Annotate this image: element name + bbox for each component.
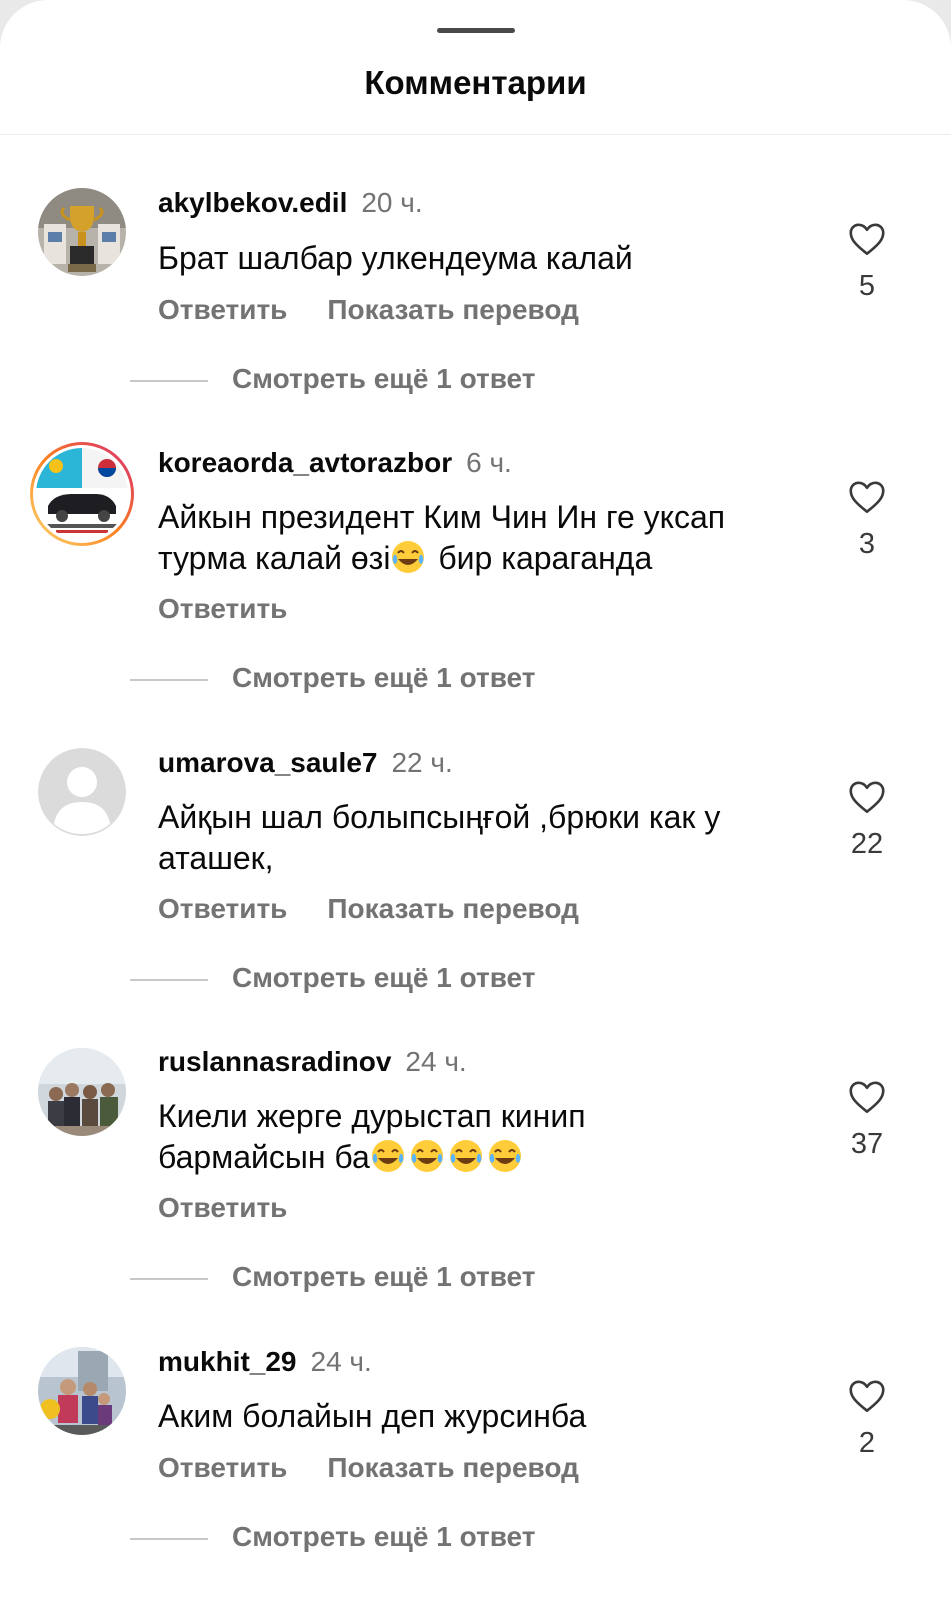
timestamp: 22 ч. <box>391 747 453 778</box>
replies-line <box>130 1537 208 1540</box>
heart-outline-icon <box>849 481 885 513</box>
timestamp: 20 ч. <box>361 187 423 218</box>
comment-actions: Ответить <box>158 592 327 626</box>
trophy-photo-avatar <box>38 188 126 276</box>
group-photo-avatar <box>38 1048 126 1136</box>
comment-text-line: турма калай өзі бир караганда <box>158 538 818 579</box>
comment-meta: akylbekov.edil 20 ч. <box>158 186 423 220</box>
comment-text-line: Айқын шал болыпсыңғой ,брюки как у <box>158 799 721 835</box>
avatar[interactable] <box>38 188 126 276</box>
comment-meta: ruslannasradinov 24 ч. <box>158 1045 467 1079</box>
family-photo-avatar <box>38 1347 126 1435</box>
reply-button[interactable]: Ответить <box>158 1451 287 1485</box>
view-replies-button[interactable]: Смотреть ещё 1 ответ <box>130 362 535 396</box>
username[interactable]: koreaorda_avtorazbor <box>158 447 452 478</box>
comment-meta: koreaorda_avtorazbor 6 ч. <box>158 446 512 480</box>
comment-text-line: аташек, <box>158 840 274 876</box>
timestamp: 24 ч. <box>405 1046 467 1077</box>
heart-outline-icon <box>849 1081 885 1113</box>
avatar[interactable] <box>38 748 126 836</box>
heart-outline-icon <box>849 1380 885 1412</box>
view-replies-label: Смотреть ещё 1 ответ <box>232 962 536 993</box>
view-replies-label: Смотреть ещё 1 ответ <box>232 1261 536 1292</box>
view-replies-button[interactable]: Смотреть ещё 1 ответ <box>130 1260 535 1294</box>
view-replies-label: Смотреть ещё 1 ответ <box>232 662 536 693</box>
like-count: 22 <box>850 828 884 860</box>
like-count: 2 <box>858 1427 876 1459</box>
show-translation-button[interactable]: Показать перевод <box>327 1451 579 1485</box>
tears-of-joy-emoji <box>488 1140 521 1172</box>
replies-line <box>130 678 208 681</box>
avatar[interactable] <box>38 1048 126 1136</box>
username[interactable]: mukhit_29 <box>158 1346 297 1377</box>
comment-text: Брат шалбар улкендеума калай <box>158 240 633 276</box>
username[interactable]: akylbekov.edil <box>158 187 347 218</box>
avatar[interactable] <box>28 440 136 548</box>
comment-text: Киели жерге дурыстап кинип бармайсын ба <box>158 1096 818 1178</box>
replies-line <box>130 379 208 382</box>
replies-line <box>130 978 208 981</box>
comment-text-part: бир караганда <box>429 540 653 576</box>
like-button[interactable]: 3 <box>842 480 892 561</box>
comment-meta: mukhit_29 24 ч. <box>158 1345 372 1379</box>
tears-of-joy-emoji <box>392 541 425 573</box>
comment-text-line: Айкын президент Ким Чин Ин ге уксап <box>158 499 726 535</box>
comment-text-part: турма калай өзі <box>158 540 391 576</box>
comment-actions: Ответить Показать перевод <box>158 892 619 926</box>
heart-outline-icon <box>849 223 885 255</box>
comment-text-part: бармайсын ба <box>158 1139 370 1175</box>
heart-outline-icon <box>849 781 885 813</box>
reply-button[interactable]: Ответить <box>158 892 287 926</box>
tears-of-joy-emoji <box>371 1140 404 1172</box>
comment-text: Аким болайын деп журсинба <box>158 1398 587 1434</box>
default-person-avatar <box>38 748 126 836</box>
view-replies-button[interactable]: Смотреть ещё 1 ответ <box>130 961 535 995</box>
show-translation-button[interactable]: Показать перевод <box>327 892 579 926</box>
tears-of-joy-emoji <box>410 1140 443 1172</box>
like-count: 3 <box>858 528 876 560</box>
timestamp: 6 ч. <box>466 447 512 478</box>
show-translation-button[interactable]: Показать перевод <box>327 293 579 327</box>
like-button[interactable]: 5 <box>842 222 892 303</box>
comment-actions: Ответить <box>158 1191 327 1225</box>
like-button[interactable]: 37 <box>842 1080 892 1161</box>
view-replies-button[interactable]: Смотреть ещё 1 ответ <box>130 1520 535 1554</box>
reply-button[interactable]: Ответить <box>158 1191 287 1225</box>
comment-text: Айқын шал болыпсыңғой ,брюки как у аташе… <box>158 797 818 879</box>
view-replies-button[interactable]: Смотреть ещё 1 ответ <box>130 661 535 695</box>
header-divider <box>0 134 951 135</box>
username[interactable]: ruslannasradinov <box>158 1046 391 1077</box>
timestamp: 24 ч. <box>310 1346 372 1377</box>
username[interactable]: umarova_saule7 <box>158 747 377 778</box>
comment-text-line: Киели жерге дурыстап кинип <box>158 1098 586 1134</box>
like-button[interactable]: 22 <box>842 780 892 861</box>
comment-actions: Ответить Показать перевод <box>158 293 619 327</box>
comment-actions: Ответить Показать перевод <box>158 1451 619 1485</box>
car-flags-avatar <box>30 442 134 546</box>
clipped-previous-text <box>300 121 440 127</box>
comment-text-line: бармайсын ба <box>158 1137 818 1178</box>
comment-meta: umarova_saule7 22 ч. <box>158 746 453 780</box>
replies-line <box>130 1277 208 1280</box>
like-button[interactable]: 2 <box>842 1379 892 1460</box>
tears-of-joy-emoji <box>449 1140 482 1172</box>
like-count: 5 <box>858 270 876 302</box>
comments-sheet: Комментарии akylbekov.edil 20 ч. Брат шал… <box>0 0 951 1600</box>
view-replies-label: Смотреть ещё 1 ответ <box>232 363 536 394</box>
avatar[interactable] <box>38 1347 126 1435</box>
reply-button[interactable]: Ответить <box>158 592 287 626</box>
comment-text: Айкын президент Ким Чин Ин ге уксап турм… <box>158 497 818 579</box>
view-replies-label: Смотреть ещё 1 ответ <box>232 1521 536 1552</box>
drag-handle[interactable] <box>437 28 515 33</box>
sheet-title: Комментарии <box>364 64 587 101</box>
reply-button[interactable]: Ответить <box>158 293 287 327</box>
like-count: 37 <box>850 1128 884 1160</box>
